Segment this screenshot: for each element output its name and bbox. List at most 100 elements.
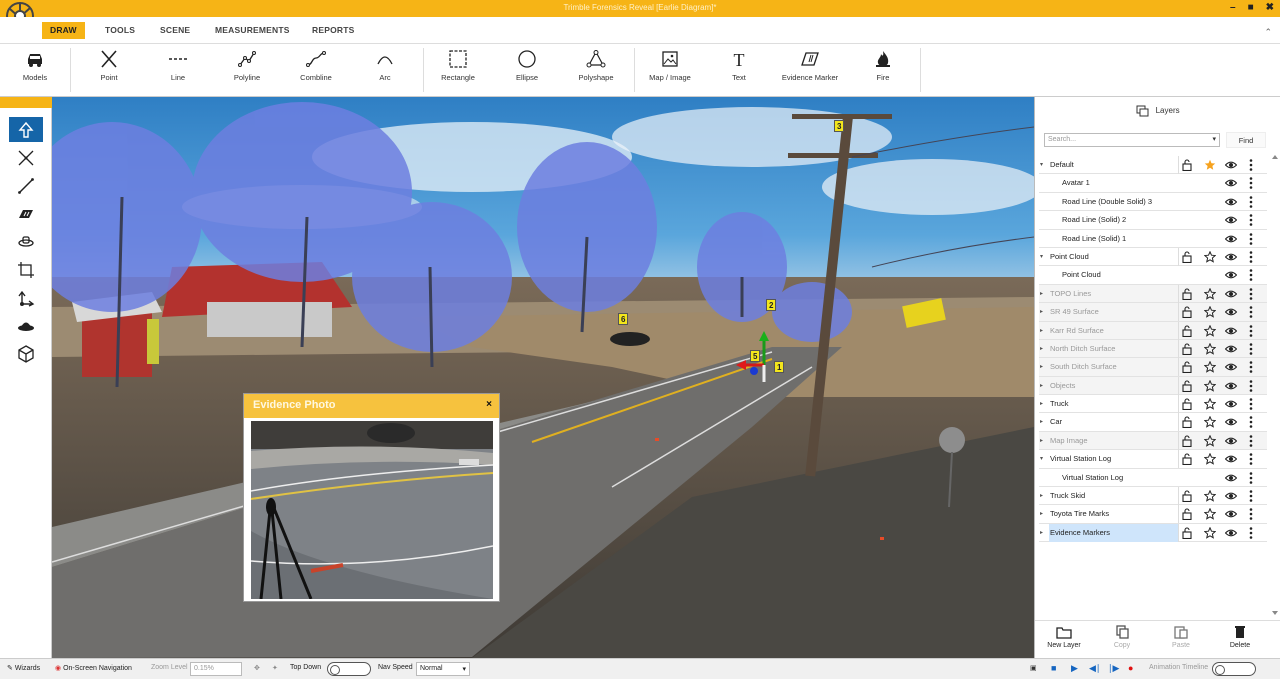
layer-row[interactable]: ▸ North Ditch Surface: [1039, 339, 1267, 359]
more-options-icon[interactable]: [1249, 251, 1253, 263]
combline-button[interactable]: Combline: [286, 50, 346, 82]
more-options-icon[interactable]: [1249, 435, 1253, 447]
eye-icon[interactable]: [1224, 361, 1238, 373]
play-icon[interactable]: ▶: [1071, 663, 1078, 674]
more-options-icon[interactable]: [1249, 177, 1253, 190]
more-options-icon[interactable]: [1249, 527, 1253, 539]
zoom-level-input[interactable]: 0.15%: [190, 662, 242, 676]
orbit-tool[interactable]: [9, 229, 43, 254]
star-icon[interactable]: [1203, 526, 1217, 539]
evidence-photo-window[interactable]: Evidence Photo ×: [243, 393, 500, 602]
eye-icon[interactable]: [1224, 214, 1238, 226]
lock-icon[interactable]: [1181, 490, 1193, 503]
lock-icon[interactable]: [1181, 251, 1193, 264]
more-options-icon[interactable]: [1249, 269, 1253, 282]
lock-icon[interactable]: [1181, 398, 1193, 411]
eye-icon[interactable]: [1224, 159, 1238, 171]
evidence-marker[interactable]: 5: [750, 350, 761, 362]
eye-icon[interactable]: [1224, 325, 1238, 337]
top-down-toggle[interactable]: [327, 662, 371, 676]
lock-icon[interactable]: [1181, 361, 1193, 374]
copy-layer-button[interactable]: Copy: [1097, 625, 1147, 649]
eye-icon[interactable]: [1224, 177, 1238, 189]
tab-draw[interactable]: DRAW: [42, 22, 85, 39]
expand-view-icon[interactable]: ✦: [272, 664, 278, 672]
lock-icon[interactable]: [1181, 527, 1193, 539]
chevron-right-icon[interactable]: ▸: [1040, 510, 1043, 517]
3d-viewport[interactable]: 3 2 6 5 1: [52, 97, 1034, 658]
onscreen-nav-button[interactable]: ◉ On-Screen Navigation: [55, 664, 132, 672]
layer-child-row[interactable]: Road Line (Double Solid) 3: [1039, 193, 1267, 212]
more-options-icon[interactable]: [1249, 214, 1253, 226]
tab-tools[interactable]: TOOLS: [97, 22, 143, 39]
evidence-marker-button[interactable]: Evidence Marker: [780, 50, 840, 82]
more-options-icon[interactable]: [1249, 324, 1253, 337]
chevron-right-icon[interactable]: ▸: [1040, 529, 1043, 536]
wizards-button[interactable]: ✎ Wizards: [7, 664, 40, 672]
more-options-icon[interactable]: [1249, 398, 1253, 410]
step-back-icon[interactable]: ◀∣: [1089, 663, 1100, 674]
star-icon[interactable]: [1203, 305, 1217, 318]
layer-row[interactable]: ▸ Objects: [1039, 376, 1267, 396]
star-icon[interactable]: [1203, 324, 1217, 337]
chevron-right-icon[interactable]: ▸: [1040, 308, 1043, 315]
eye-icon[interactable]: [1224, 527, 1238, 539]
ellipse-button[interactable]: Ellipse: [497, 50, 557, 82]
lock-icon[interactable]: [1181, 435, 1193, 447]
polyshape-button[interactable]: Polyshape: [566, 50, 626, 82]
star-icon[interactable]: [1203, 287, 1217, 300]
layer-row[interactable]: ▸ Toyota Tire Marks: [1039, 505, 1267, 524]
crop-tool[interactable]: [9, 257, 43, 282]
more-options-icon[interactable]: [1249, 416, 1253, 429]
chevron-right-icon[interactable]: ▸: [1040, 418, 1043, 425]
chevron-right-icon[interactable]: ▸: [1040, 345, 1043, 352]
more-options-icon[interactable]: [1249, 195, 1253, 208]
layer-row[interactable]: ▾ Default: [1039, 156, 1267, 175]
star-icon[interactable]: [1203, 360, 1217, 374]
star-icon[interactable]: [1203, 452, 1217, 465]
chevron-right-icon[interactable]: ▸: [1040, 327, 1043, 334]
eye-icon[interactable]: [1224, 306, 1238, 318]
cube-tool[interactable]: [9, 341, 43, 366]
layer-row[interactable]: ▸ Car: [1039, 413, 1267, 432]
chevron-down-icon[interactable]: ▾: [1040, 455, 1043, 462]
chevron-right-icon[interactable]: ▸: [1040, 492, 1043, 499]
layer-row[interactable]: ▸ South Ditch Surface: [1039, 358, 1267, 377]
chevron-right-icon[interactable]: ▸: [1040, 400, 1043, 407]
layer-row[interactable]: ▸ TOPO Lines: [1039, 284, 1267, 304]
lock-icon[interactable]: [1181, 288, 1193, 300]
rectangle-button[interactable]: Rectangle: [428, 50, 488, 82]
eye-icon[interactable]: [1224, 472, 1238, 484]
map-image-button[interactable]: Map / Image: [640, 50, 700, 82]
star-icon[interactable]: [1203, 416, 1217, 429]
tab-scene[interactable]: SCENE: [152, 22, 198, 39]
polyline-button[interactable]: Polyline: [217, 50, 277, 82]
tab-reports[interactable]: REPORTS: [304, 22, 363, 39]
find-button[interactable]: Find: [1226, 132, 1266, 148]
close-icon[interactable]: ×: [486, 399, 492, 410]
more-options-icon[interactable]: [1249, 379, 1253, 392]
evidence-marker[interactable]: 2: [766, 299, 777, 311]
eye-icon[interactable]: [1224, 508, 1238, 520]
more-options-icon[interactable]: [1249, 343, 1253, 355]
collapse-ribbon-icon[interactable]: ⌃: [1264, 27, 1272, 38]
more-options-icon[interactable]: [1249, 232, 1253, 245]
maximize-icon[interactable]: ■: [1248, 2, 1254, 13]
layer-row[interactable]: ▸ SR 49 Surface: [1039, 303, 1267, 322]
layer-row[interactable]: ▸ Map Image: [1039, 431, 1267, 451]
layer-child-row[interactable]: Point Cloud: [1039, 266, 1267, 285]
models-button[interactable]: Models: [5, 50, 65, 82]
chevron-down-icon[interactable]: ▾: [1040, 253, 1043, 260]
chevron-right-icon[interactable]: ▸: [1040, 437, 1043, 444]
star-icon[interactable]: [1203, 489, 1217, 502]
layers-scrollbar[interactable]: [1272, 155, 1278, 615]
chevron-down-icon[interactable]: ▾: [1040, 161, 1043, 168]
layer-row[interactable]: ▸ Karr Rd Surface: [1039, 321, 1267, 340]
chevron-down-icon[interactable]: ▾: [1212, 135, 1216, 143]
more-options-icon[interactable]: [1249, 159, 1253, 171]
more-options-icon[interactable]: [1249, 287, 1253, 300]
lock-icon[interactable]: [1181, 343, 1193, 355]
fire-button[interactable]: Fire: [853, 50, 913, 82]
more-options-icon[interactable]: [1249, 306, 1253, 318]
layer-row[interactable]: ▸ Truck: [1039, 395, 1267, 414]
